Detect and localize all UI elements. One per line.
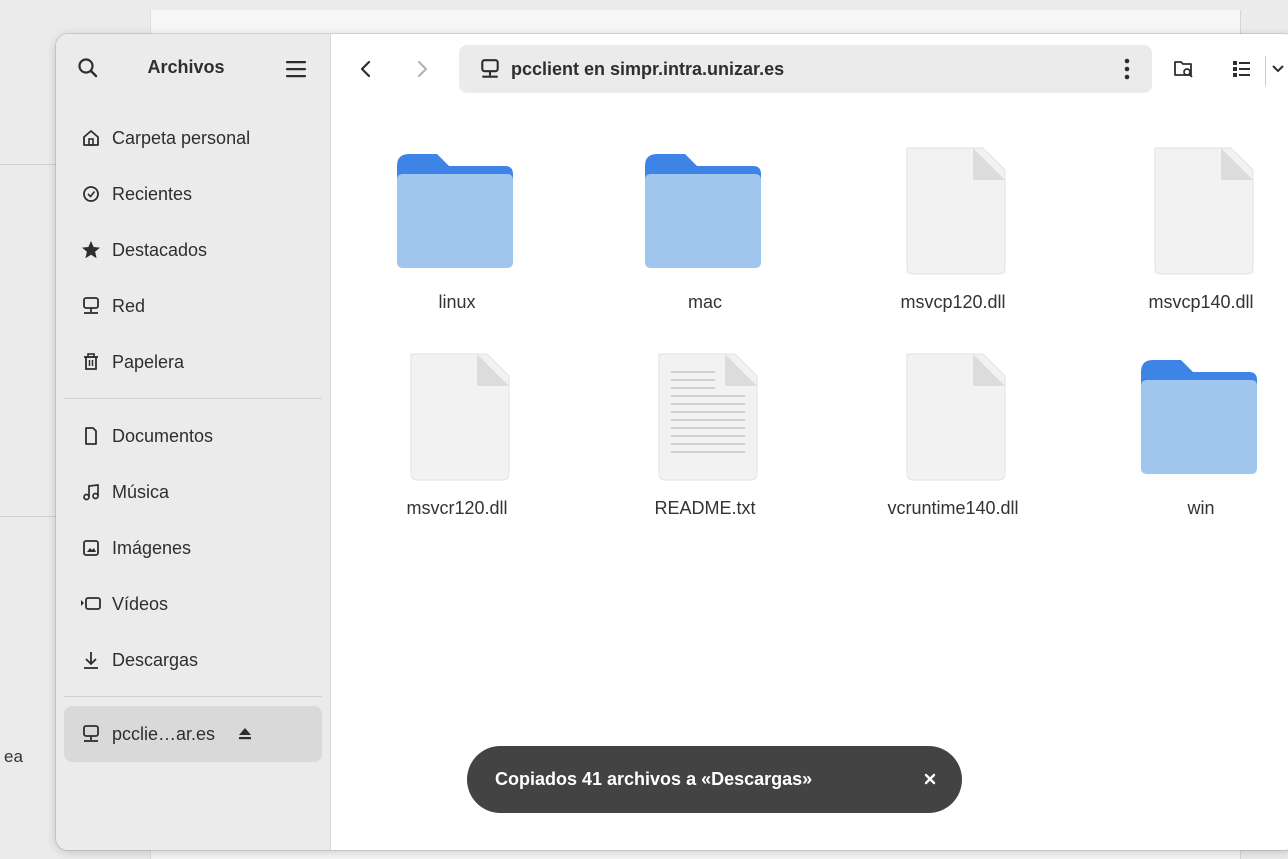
search-folder-button[interactable]	[1171, 56, 1197, 82]
more-options-icon[interactable]	[1123, 57, 1131, 81]
sidebar-item-label: Imágenes	[112, 537, 192, 558]
sidebar-divider	[64, 696, 322, 697]
file-icon	[1154, 147, 1254, 275]
document-icon	[80, 425, 102, 447]
file-name: msvcp120.dll	[900, 292, 1006, 312]
back-button[interactable]	[353, 56, 379, 82]
file-icon	[410, 353, 510, 481]
text-file-icon	[658, 353, 758, 481]
sidebar-item-recent[interactable]: Recientes	[64, 166, 322, 222]
background-text: ea	[4, 747, 23, 766]
hamburger-menu-icon[interactable]	[284, 57, 308, 81]
folder-icon	[397, 154, 513, 268]
view-options-button[interactable]	[1271, 56, 1285, 82]
sidebar-item-label: Vídeos	[112, 593, 169, 614]
toast-notification: Copiados 41 archivos a «Descargas»	[467, 746, 962, 813]
sidebar-item-trash[interactable]: Papelera	[64, 334, 322, 390]
eject-icon[interactable]	[235, 724, 255, 744]
folder-icon	[645, 154, 761, 268]
location-text: pcclient en simpr.intra.unizar.es	[511, 59, 785, 79]
file-name: vcruntime140.dll	[887, 498, 1019, 518]
toolbar-divider	[1265, 56, 1266, 86]
list-view-icon	[1233, 61, 1250, 77]
sidebar-item-starred[interactable]: Destacados	[64, 222, 322, 278]
sidebar-item-label: Destacados	[112, 239, 208, 260]
sidebar-title: Archivos	[147, 57, 225, 77]
sidebar-list: Carpeta personal Recientes Destacados Re…	[64, 110, 322, 762]
sidebar-header: Archivos	[56, 34, 330, 106]
search-icon[interactable]	[76, 56, 100, 80]
sidebar: Archivos Carpeta personal Recientes Dest…	[56, 34, 331, 850]
chevron-down-icon	[1272, 65, 1284, 73]
sidebar-item-label: Descargas	[112, 649, 199, 670]
download-icon	[80, 649, 102, 671]
network-server-icon	[479, 58, 501, 80]
trash-icon	[80, 351, 102, 373]
file-name: linux	[438, 292, 476, 312]
sidebar-item-music[interactable]: Música	[64, 464, 322, 520]
star-icon	[80, 239, 102, 261]
sidebar-divider	[64, 398, 322, 399]
sidebar-item-documents[interactable]: Documentos	[64, 408, 322, 464]
sidebar-item-label: Carpeta personal	[112, 127, 251, 148]
content-area: pcclient en simpr.intra.unizar.es linux	[331, 34, 1288, 850]
close-icon[interactable]	[919, 768, 941, 790]
image-icon	[80, 537, 102, 559]
file-name: README.txt	[654, 498, 756, 518]
clock-icon	[80, 183, 102, 205]
sidebar-item-label: Recientes	[112, 183, 193, 204]
file-chooser-window: Archivos Carpeta personal Recientes Dest…	[56, 34, 1288, 850]
sidebar-item-label: Red	[112, 295, 146, 316]
sidebar-item-network-mount[interactable]: pcclie…ar.es	[64, 706, 322, 762]
folder-search-icon	[1174, 61, 1193, 78]
sidebar-item-label: Papelera	[112, 351, 185, 372]
folder-icon	[1141, 360, 1257, 474]
network-server-icon	[80, 723, 102, 745]
file-name: mac	[687, 292, 722, 312]
music-icon	[80, 481, 102, 503]
file-icon	[906, 147, 1006, 275]
network-icon	[80, 295, 102, 317]
sidebar-item-network[interactable]: Red	[64, 278, 322, 334]
chevron-right-icon	[418, 61, 427, 77]
toast-message: Copiados 41 archivos a «Descargas»	[495, 769, 813, 789]
home-icon	[80, 127, 102, 149]
file-icon	[906, 353, 1006, 481]
forward-button[interactable]	[409, 56, 435, 82]
view-list-button[interactable]	[1229, 56, 1255, 82]
sidebar-item-home[interactable]: Carpeta personal	[64, 110, 322, 166]
video-icon	[80, 593, 102, 615]
sidebar-item-downloads[interactable]: Descargas	[64, 632, 322, 688]
file-name: win	[1187, 498, 1215, 518]
sidebar-item-videos[interactable]: Vídeos	[64, 576, 322, 632]
file-name: msvcp140.dll	[1148, 292, 1254, 312]
file-name: msvcr120.dll	[406, 498, 508, 518]
sidebar-item-label: Documentos	[112, 425, 214, 446]
sidebar-item-label: Música	[112, 481, 170, 502]
location-bar[interactable]: pcclient en simpr.intra.unizar.es	[459, 45, 1152, 93]
toolbar: pcclient en simpr.intra.unizar.es	[331, 34, 1288, 106]
sidebar-item-label: pcclie…ar.es	[112, 723, 216, 744]
chevron-left-icon	[360, 60, 371, 78]
sidebar-item-pictures[interactable]: Imágenes	[64, 520, 322, 576]
